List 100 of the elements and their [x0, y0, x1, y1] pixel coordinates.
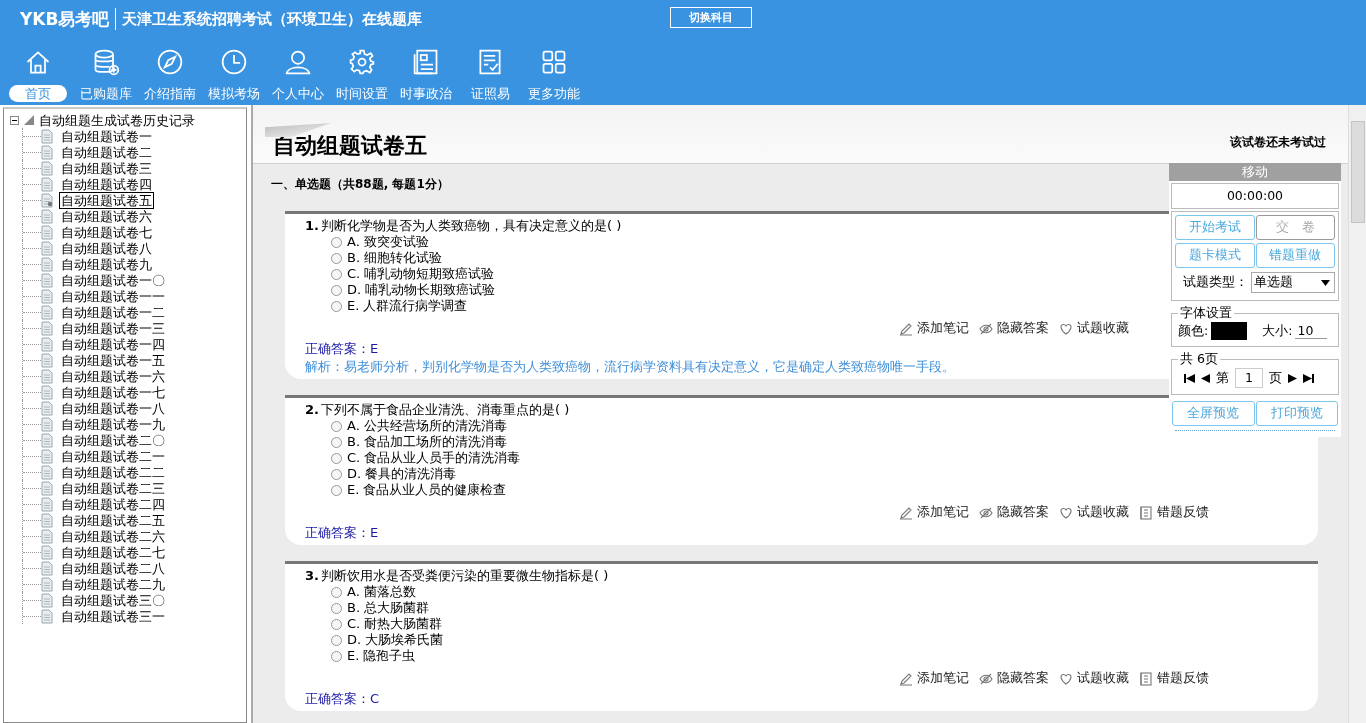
radio-button[interactable] [331, 602, 342, 614]
eye-icon [979, 671, 993, 686]
size-field[interactable]: 10 [1295, 323, 1328, 339]
tree-item[interactable]: 自动组题试卷二二 [59, 463, 167, 481]
option-label[interactable]: E. 食品从业人员的健康检查 [347, 481, 507, 499]
radio-button[interactable] [331, 586, 342, 598]
radio-button[interactable] [331, 236, 342, 248]
size-label: 大小: [1262, 322, 1293, 340]
last-page-icon[interactable] [1303, 373, 1314, 383]
document-icon [41, 288, 53, 304]
option-label[interactable]: C. 食品从业人员手的清洗消毒 [347, 449, 521, 467]
option-label[interactable]: D. 大肠埃希氏菌 [347, 631, 444, 649]
previous-page-icon[interactable] [1201, 373, 1210, 383]
tree-item[interactable]: 自动组题试卷一二 [59, 303, 167, 321]
option-label[interactable]: B. 总大肠菌群 [347, 599, 430, 617]
action-link[interactable]: 试题收藏 [1077, 504, 1129, 521]
option-label[interactable]: D. 餐具的清洗消毒 [347, 465, 457, 483]
radio-button[interactable] [331, 484, 342, 496]
tree-item[interactable]: 自动组题试卷一七 [59, 383, 167, 401]
tree-item[interactable]: 自动组题试卷一一 [59, 287, 167, 305]
radio-button[interactable] [331, 468, 342, 480]
option-label[interactable]: D. 哺乳动物长期致癌试验 [347, 281, 496, 299]
action-link[interactable]: 试题收藏 [1077, 670, 1129, 687]
document-icon [41, 432, 53, 448]
action-link[interactable]: 试题收藏 [1077, 320, 1129, 337]
document-icon [41, 160, 53, 176]
radio-button[interactable] [331, 252, 342, 264]
radio-button[interactable] [331, 452, 342, 464]
page-field[interactable]: 1 [1235, 368, 1263, 388]
tree-item[interactable]: 自动组题试卷六 [59, 207, 154, 225]
radio-button[interactable] [331, 634, 342, 646]
option-label[interactable]: B. 细胞转化试验 [347, 249, 443, 267]
triangle-icon [23, 114, 35, 126]
tree-item[interactable]: 自动组题试卷九 [59, 255, 154, 273]
action-link[interactable]: 隐藏答案 [997, 670, 1049, 687]
tree-item[interactable]: 自动组题试卷一〇 [59, 271, 167, 289]
option-label[interactable]: A. 致突变试验 [347, 233, 429, 251]
radio-button[interactable] [331, 436, 342, 448]
tree-item[interactable]: 自动组题试卷二三 [59, 479, 167, 497]
tree-item[interactable]: 自动组题试卷一三 [59, 319, 167, 337]
tree-item[interactable]: 自动组题试卷二九 [59, 575, 167, 593]
action-link[interactable]: 添加笔记 [917, 320, 969, 337]
action-link[interactable]: 隐藏答案 [997, 504, 1049, 521]
option-label[interactable]: E. 隐孢子虫 [347, 647, 416, 665]
app-title: 天津卫生系统招聘考试（环境卫生）在线题库 [122, 9, 423, 29]
tree-item[interactable]: 自动组题试卷四 [59, 175, 154, 193]
correct-answer: 正确答案：E [305, 524, 379, 541]
collapse-bar[interactable] [1175, 430, 1335, 433]
radio-button[interactable] [331, 650, 342, 662]
type-dropdown[interactable]: 单选题 [1251, 272, 1335, 293]
next-page-icon[interactable] [1288, 373, 1297, 383]
tree-item[interactable]: 自动组题试卷一 [59, 127, 154, 145]
option-label[interactable]: E. 人群流行病学调查 [347, 297, 468, 315]
document-icon [41, 320, 53, 336]
tree-item[interactable]: 自动组题试卷三 [59, 159, 154, 177]
tree-item[interactable]: 自动组题试卷二四 [59, 495, 167, 513]
action-link[interactable]: 错题反馈 [1157, 504, 1209, 521]
radio-button[interactable] [331, 618, 342, 630]
document-icon [41, 416, 53, 432]
document-icon [41, 128, 53, 144]
scrollbar[interactable] [1348, 105, 1366, 723]
exam-status: 该试卷还未考试过 [1230, 134, 1326, 151]
tree-item[interactable]: 自动组题试卷一四 [59, 335, 167, 353]
document-icon [41, 512, 53, 528]
radio-button[interactable] [331, 284, 342, 296]
tree-item[interactable]: 自动组题试卷一九 [59, 415, 167, 433]
tree-item[interactable]: 自动组题试卷二六 [59, 527, 167, 545]
toolbar-button[interactable]: 首页 [8, 48, 68, 102]
tree-item[interactable]: 自动组题试卷二一 [59, 447, 167, 465]
action-link[interactable]: 添加笔记 [917, 670, 969, 687]
document-icon [41, 272, 53, 288]
action-link[interactable]: 错题反馈 [1157, 670, 1209, 687]
option-label[interactable]: B. 食品加工场所的清洗消毒 [347, 433, 508, 451]
tree-item[interactable]: 自动组题试卷二五 [59, 511, 167, 529]
action-link[interactable]: 隐藏答案 [997, 320, 1049, 337]
tree-item[interactable]: 自动组题试卷八 [59, 239, 154, 257]
first-page-icon[interactable] [1184, 373, 1195, 383]
tree-item[interactable]: 自动组题试卷二 [59, 143, 154, 161]
tree-item[interactable]: 自动组题试卷一五 [59, 351, 167, 369]
color-swatch[interactable] [1211, 322, 1248, 340]
option-label[interactable]: A. 菌落总数 [347, 583, 416, 601]
action-link[interactable]: 添加笔记 [917, 504, 969, 521]
tree-item[interactable]: 自动组题试卷五 [59, 191, 154, 209]
tree-root-label[interactable]: 自动组题生成试卷历史记录 [39, 112, 195, 128]
option-label[interactable]: A. 公共经营场所的清洗消毒 [347, 417, 507, 435]
tree-item[interactable]: 自动组题试卷一八 [59, 399, 167, 417]
option-label[interactable]: C. 哺乳动物短期致癌试验 [347, 265, 495, 283]
tree-item[interactable]: 自动组题试卷三〇 [59, 591, 167, 609]
page-suffix: 页 [1269, 369, 1282, 387]
tree-item[interactable]: 自动组题试卷七 [59, 223, 154, 241]
radio-button[interactable] [331, 300, 342, 312]
tree-item[interactable]: 自动组题试卷二七 [59, 543, 167, 561]
tree-item[interactable]: 自动组题试卷二八 [59, 559, 167, 577]
tree-item[interactable]: 自动组题试卷一六 [59, 367, 167, 385]
tree-item[interactable]: 自动组题试卷三一 [59, 607, 167, 625]
radio-button[interactable] [331, 268, 342, 280]
radio-button[interactable] [331, 420, 342, 432]
scroll-thumb[interactable] [1351, 121, 1365, 223]
tree-item[interactable]: 自动组题试卷二〇 [59, 431, 167, 449]
option-label[interactable]: C. 耐热大肠菌群 [347, 615, 443, 633]
